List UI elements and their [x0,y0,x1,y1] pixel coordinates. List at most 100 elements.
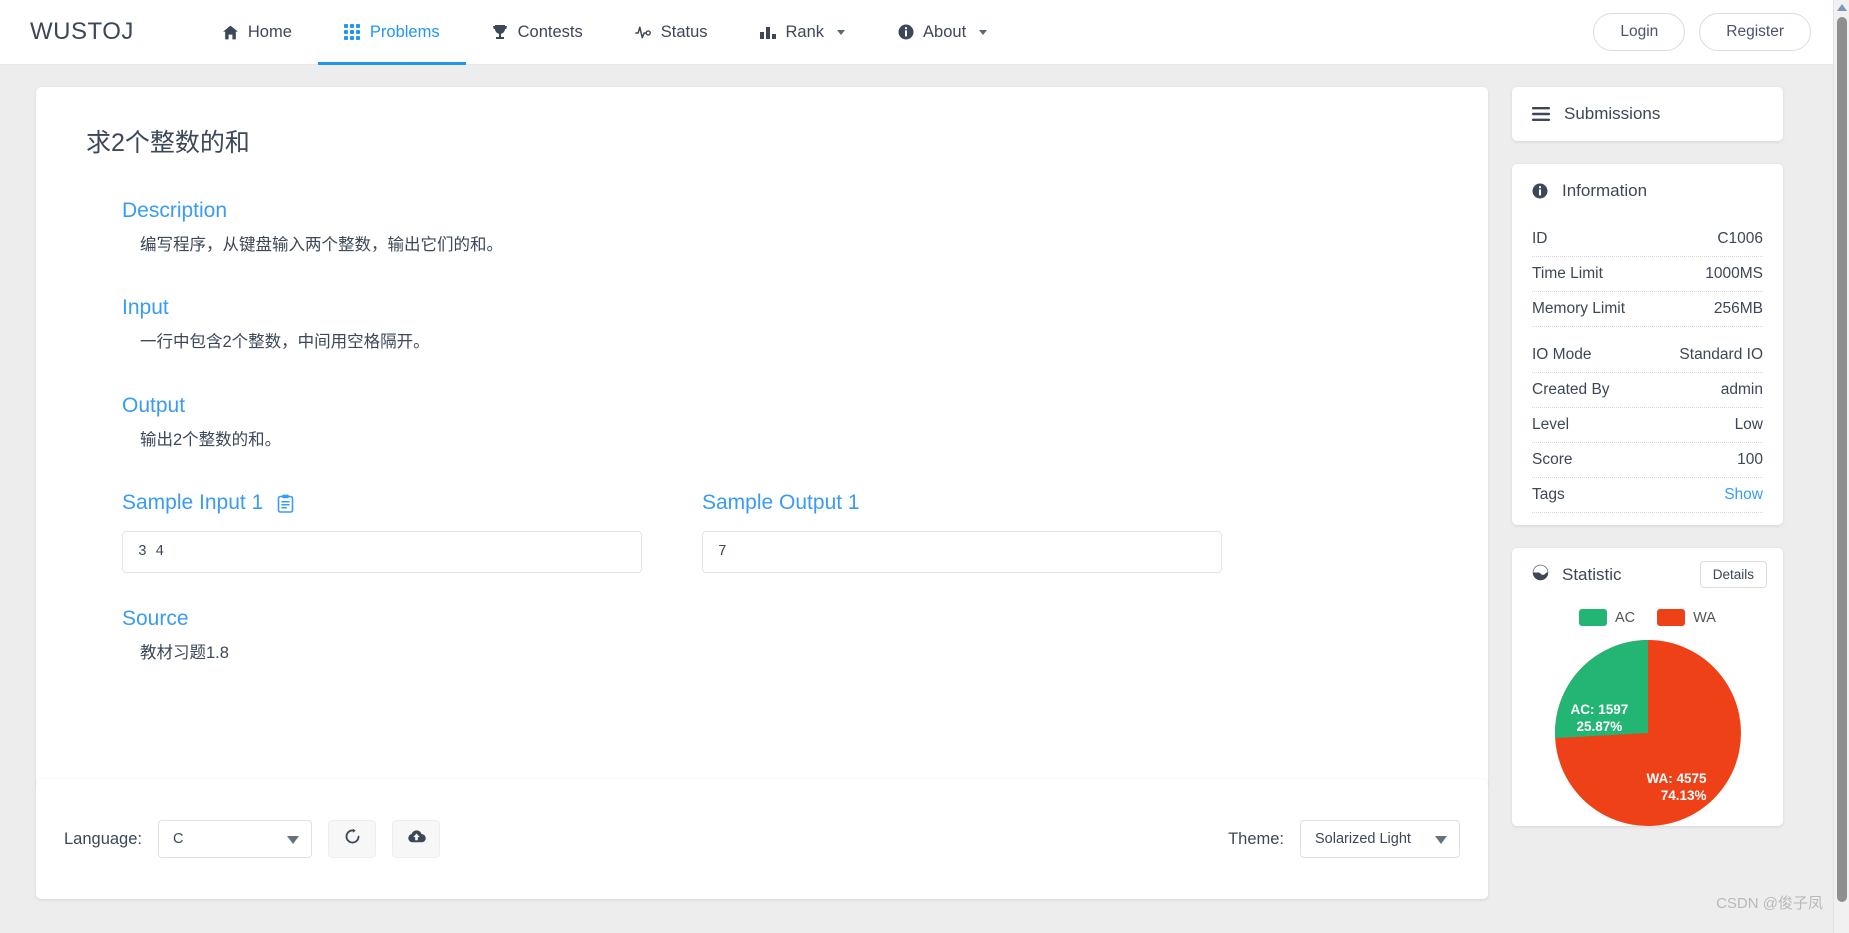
nav-item-about[interactable]: About [871,0,1013,65]
samples-row: Sample Input 1 3 4 Sample Output 1 7 [122,491,1442,574]
info-label: ID [1532,230,1548,247]
legend-label-ac: AC [1615,609,1636,626]
info-value: admin [1720,381,1763,398]
nav-item-contests[interactable]: Contests [466,0,609,65]
legend-item-wa[interactable]: WA [1657,609,1716,626]
nav-item-problems[interactable]: Problems [317,0,466,65]
information-title: Information [1562,181,1648,200]
top-navbar: WUSTOJ Home Problems Contests Status Ran… [0,0,1833,65]
bars-icon [760,24,777,41]
sample-input-value: 3 4 [122,531,642,574]
tags-show-link[interactable]: Show [1724,486,1763,504]
login-button[interactable]: Login [1593,13,1686,51]
section-heading-source: Source [122,607,189,631]
section-heading-sample-output: Sample Output 1 [702,491,860,515]
section-heading-output: Output [122,393,186,417]
information-header: Information [1512,164,1783,218]
reset-code-button[interactable] [328,820,376,858]
language-select[interactable]: C [158,820,312,858]
scrollbar-thumb[interactable] [1837,17,1847,902]
chart-legend: AC WA [1522,609,1773,626]
grid-icon [344,24,361,41]
home-icon [222,24,239,41]
details-button[interactable]: Details [1699,561,1767,588]
statistic-title-group: Statistic [1532,564,1622,586]
nav-label-status: Status [660,22,708,41]
theme-group: Theme: Solarized Light [1228,820,1460,858]
theme-select[interactable]: Solarized Light [1300,820,1460,858]
pie-label-wa-line2: 74.13% [1660,787,1707,803]
trophy-icon [492,24,509,41]
nav-item-status[interactable]: Status [609,0,734,65]
statistic-title: Statistic [1562,564,1622,584]
chevron-down-icon [287,836,299,844]
nav-item-home[interactable]: Home [196,0,318,65]
info-row-io-mode: IO Mode Standard IO [1532,338,1763,373]
problem-card: 求2个整数的和 Description 编写程序，从键盘输入两个整数，输出它们的… [36,87,1488,787]
nav-item-rank[interactable]: Rank [734,0,872,65]
legend-label-wa: WA [1693,609,1716,626]
cloud-upload-icon [407,829,426,849]
theme-select-value: Solarized Light [1315,831,1411,847]
nav-label-contests: Contests [517,22,583,41]
info-value: 256MB [1713,300,1763,317]
info-value: Low [1734,416,1763,433]
statistic-body: AC WA AC: 1597 25.87% WA: 4575 74.13% [1512,609,1783,826]
main-column: 求2个整数的和 Description 编写程序，从键盘输入两个整数，输出它们的… [36,87,1488,787]
info-row-memory-limit: Memory Limit 256MB [1532,292,1763,327]
pie-label-wa: WA: 4575 74.13% [1647,771,1707,805]
info-value: C1006 [1717,230,1763,247]
section-heading-sample-input: Sample Input 1 [122,491,642,515]
pie-chart-wrap: AC: 1597 25.87% WA: 4575 74.13% [1522,640,1773,826]
info-label: Level [1532,416,1570,433]
section-body-output: 输出2个整数的和。 [140,430,282,449]
copy-clipboard-icon[interactable] [277,494,294,513]
submissions-card[interactable]: Submissions [1512,87,1783,141]
editor-toolbar: Language: C Theme: Solarized Light [36,779,1488,899]
info-row-time-limit: Time Limit 1000MS [1532,257,1763,292]
nav-links: Home Problems Contests Status Rank About [196,0,1013,65]
sample-input-label: Sample Input 1 [122,491,264,515]
theme-label: Theme: [1228,829,1284,848]
chevron-down-icon [1435,836,1447,844]
information-list: ID C1006 Time Limit 1000MS Memory Limit … [1512,218,1783,525]
pie-label-ac-line2: 25.87% [1576,718,1623,734]
info-row-created-by: Created By admin [1532,373,1763,408]
info-row-level: Level Low [1532,408,1763,443]
page-title: 求2个整数的和 [86,129,250,157]
chart-pie-icon [1532,564,1549,586]
sample-output-block: Sample Output 1 7 [702,491,1222,574]
register-button[interactable]: Register [1699,13,1811,51]
sidebar-column: Submissions Information ID C1006 Time Li… [1512,87,1783,849]
nav-label-home: Home [247,22,292,41]
info-label: Score [1532,451,1573,468]
info-label: Memory Limit [1532,300,1626,317]
info-circle-icon [1532,183,1548,199]
info-value: Standard IO [1679,346,1763,363]
chevron-down-icon [979,29,988,35]
submit-upload-button[interactable] [392,820,440,858]
brand-logo[interactable]: WUSTOJ [30,18,134,46]
info-label: IO Mode [1532,346,1592,363]
pie-chart[interactable]: AC: 1597 25.87% WA: 4575 74.13% [1554,640,1741,826]
info-label: Time Limit [1532,265,1603,282]
info-value: 1000MS [1705,265,1763,282]
statistic-header: Statistic Details [1512,548,1783,601]
sample-output-value: 7 [702,531,1222,574]
section-body-source: 教材习题1.8 [140,644,229,663]
section-heading-input: Input [122,296,169,320]
page-scrollbar[interactable] [1833,0,1849,933]
nav-label-problems: Problems [369,22,440,41]
legend-swatch-wa [1657,609,1686,626]
legend-item-ac[interactable]: AC [1579,609,1635,626]
sample-input-block: Sample Input 1 3 4 [122,491,642,574]
list-icon [1532,107,1550,121]
info-label: Created By [1532,381,1610,398]
info-icon [897,24,914,41]
source-block: Source 教材习题1.8 [82,607,1442,666]
info-row-score: Score 100 [1532,443,1763,478]
scroll-up-arrow-icon[interactable] [1836,4,1847,11]
pie-label-wa-line1: WA: 4575 [1646,771,1707,786]
nav-label-about: About [923,22,967,41]
nav-label-rank: Rank [785,22,825,41]
